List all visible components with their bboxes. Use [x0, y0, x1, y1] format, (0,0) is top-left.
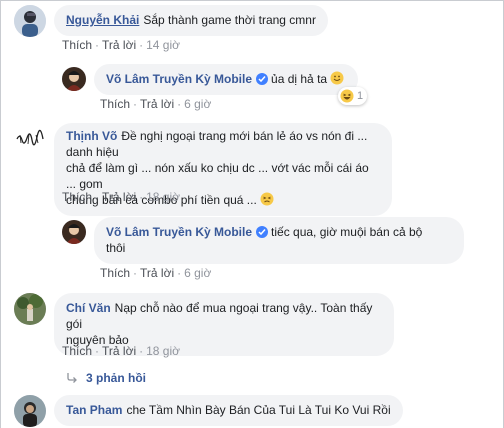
comment-text-line: thôi [106, 241, 126, 255]
view-replies-link[interactable]: 3 phản hồi [66, 371, 146, 385]
like-link[interactable]: Thích [100, 97, 130, 111]
comment-text: Sắp thành game thời trang cmnr [143, 13, 316, 27]
reply-link[interactable]: Trả lời [102, 38, 136, 52]
comment-bubble: Tan Pham che Tầm Nhìn Bày Bán Của Tui Là … [54, 395, 403, 426]
comment-tan-pham: Tan Pham che Tầm Nhìn Bày Bán Của Tui Là … [14, 395, 403, 427]
comment-actions: Thích · Trả lời · 18 giờ [62, 344, 180, 358]
comment-actions: Thích · Trả lời · 18 giờ [62, 190, 180, 204]
comment-bubble: Võ Lâm Truyền Kỳ Mobile tiếc qua, giờ muộ… [94, 217, 464, 264]
reply-arrow-icon [66, 372, 78, 384]
verified-badge-icon [256, 226, 269, 238]
reaction-count[interactable]: 1 [338, 87, 368, 105]
avatar[interactable] [62, 220, 86, 244]
comment-text-line: Nạp chỗ nào để mua ngoại trang vậy.. Toà… [66, 301, 373, 331]
reply-link[interactable]: Trả lời [140, 266, 174, 280]
like-link[interactable]: Thích [62, 38, 92, 52]
comment-text-line: chả để làm gì ... nón xấu ko chịu dc ...… [66, 161, 369, 191]
reply-link[interactable]: Trả lời [102, 344, 136, 358]
author-name[interactable]: Nguyễn Khải [66, 13, 139, 27]
comment-reply-vlkt-1: Võ Lâm Truyền Kỳ Mobile ủa dị hả ta [62, 64, 359, 95]
like-link[interactable]: Thích [62, 190, 92, 204]
author-name[interactable]: Chí Văn [66, 301, 111, 315]
author-name[interactable]: Tan Pham [66, 403, 122, 417]
comment-bubble: Võ Lâm Truyền Kỳ Mobile ủa dị hả ta [94, 64, 359, 95]
avatar[interactable] [14, 5, 46, 37]
smile-emoji-icon [330, 71, 344, 85]
like-link[interactable]: Thích [62, 344, 92, 358]
comment-bubble: Nguyễn Khải Sắp thành game thời trang cmn… [54, 5, 328, 36]
timestamp[interactable]: 18 giờ [146, 190, 180, 204]
comment-text-line: tiếc qua, giờ muội bán cả bộ [271, 225, 423, 239]
timestamp[interactable]: 6 giờ [184, 97, 211, 111]
comment-reply-vlkt-2: Võ Lâm Truyền Kỳ Mobile tiếc qua, giờ muộ… [62, 217, 464, 264]
reply-link[interactable]: Trả lời [140, 97, 174, 111]
comment-text: che Tầm Nhìn Bày Bán Của Tui Là Tui Ko V… [126, 403, 391, 417]
author-name[interactable]: Võ Lâm Truyền Kỳ Mobile [106, 72, 252, 86]
persevering-face-emoji-icon [260, 192, 274, 206]
avatar[interactable] [14, 395, 46, 427]
comment-text: ủa dị hả ta [271, 72, 328, 86]
timestamp[interactable]: 14 giờ [146, 38, 180, 52]
verified-badge-icon [256, 73, 269, 85]
comment-nguyen-khai: Nguyễn Khải Sắp thành game thời trang cmn… [14, 5, 328, 37]
comment-actions: Thích · Trả lời · 14 giờ [62, 38, 180, 52]
avatar[interactable] [62, 67, 86, 91]
comment-actions: Thích · Trả lời · 6 giờ [100, 97, 212, 111]
timestamp[interactable]: 18 giờ [146, 344, 180, 358]
reply-link[interactable]: Trả lời [102, 190, 136, 204]
author-name[interactable]: Võ Lâm Truyền Kỳ Mobile [106, 225, 252, 239]
timestamp[interactable]: 6 giờ [184, 266, 211, 280]
like-link[interactable]: Thích [100, 266, 130, 280]
avatar[interactable] [14, 123, 46, 155]
haha-reaction-icon [340, 89, 354, 103]
avatar[interactable] [14, 293, 46, 325]
comment-actions: Thích · Trả lời · 6 giờ [100, 266, 212, 280]
author-name[interactable]: Thịnh Võ [66, 129, 117, 143]
